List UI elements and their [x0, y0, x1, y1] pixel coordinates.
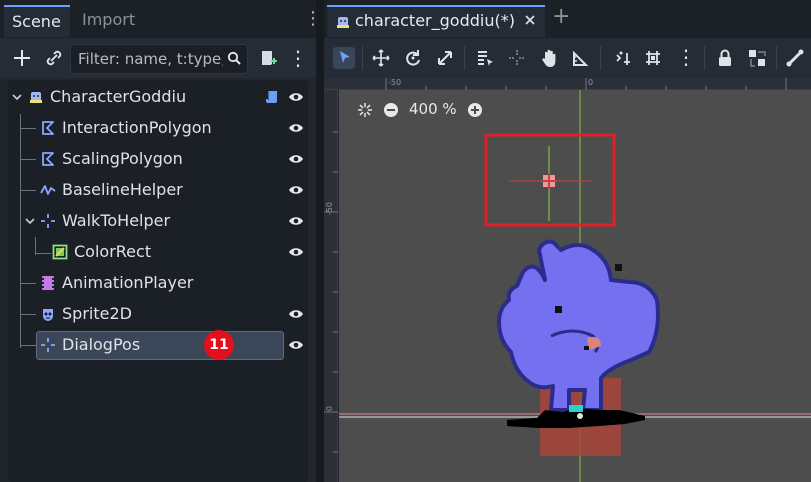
grid-snap-icon[interactable]: [642, 47, 664, 69]
sprite-icon: [43, 309, 53, 321]
visibility-eye-icon[interactable]: [288, 245, 304, 259]
node-label: ScalingPolygon: [62, 149, 183, 168]
node-label: DialogPos: [62, 335, 141, 354]
polygon-node-icon: [42, 121, 54, 135]
rotate-tool-icon[interactable]: [402, 47, 424, 69]
tree-row-baselinehelper[interactable]: BaselineHelper: [8, 175, 308, 205]
tree-row-charactergoddiu[interactable]: CharacterGoddiu: [8, 82, 308, 112]
group-icon[interactable]: [746, 47, 768, 69]
ruler-label: 0: [588, 78, 594, 87]
zoom-level[interactable]: 400 %: [409, 100, 457, 118]
tree-row-interactionpolygon[interactable]: InteractionPolygon: [8, 113, 308, 143]
editor-panel: character_goddiu(*) + ⋮ -50 0 -50 0 400 …: [324, 0, 811, 482]
toolbar-separator: [600, 46, 601, 70]
script-add-icon: [262, 51, 277, 65]
scene-tab-bar: character_goddiu(*) +: [324, 0, 811, 38]
toolbar-separator: [776, 46, 777, 70]
scene-toolbar: ⋮: [0, 38, 316, 78]
center-view-icon[interactable]: [357, 102, 373, 118]
pivot-tool-icon[interactable]: [506, 47, 528, 69]
visibility-eye-icon[interactable]: [288, 90, 304, 104]
node-label: WalkToHelper: [62, 211, 171, 230]
toolbar-separator: [464, 46, 465, 70]
node-label: ColorRect: [74, 242, 152, 261]
visibility-eye-icon[interactable]: [288, 121, 304, 135]
marker-node-icon: [41, 214, 55, 228]
dock-tab-bar: Scene Import ⋮: [0, 0, 322, 38]
character-node-icon: [337, 17, 349, 28]
scene-dock: Scene Import ⋮ ⋮ C: [0, 0, 322, 482]
select-tool-icon[interactable]: [333, 47, 355, 69]
toolbar-separator: [704, 46, 705, 70]
tab-character-goddiu[interactable]: character_goddiu(*): [327, 5, 545, 37]
tab-import[interactable]: Import: [74, 5, 143, 37]
tree-row-walktohelper[interactable]: WalkToHelper: [8, 206, 308, 236]
list-select-icon[interactable]: [474, 47, 496, 69]
character-node-icon: [30, 92, 42, 103]
tree-row-scalingpolygon[interactable]: ScalingPolygon: [8, 144, 308, 174]
scene-tab-title: character_goddiu(*): [355, 11, 515, 30]
tree-row-sprite2d[interactable]: Sprite2D: [8, 299, 308, 329]
chevron-down-icon[interactable]: [24, 215, 36, 227]
visibility-eye-icon[interactable]: [288, 183, 304, 197]
zoom-out-icon[interactable]: [383, 102, 399, 118]
filter-field: [70, 44, 248, 74]
move-tool-icon[interactable]: [370, 47, 392, 69]
tab-scene[interactable]: Scene: [4, 5, 70, 37]
scene-more-icon[interactable]: ⋮: [286, 46, 310, 70]
canvas-toolbar: ⋮: [324, 38, 811, 78]
toolbar-separator: [362, 46, 363, 70]
new-scene-tab-button[interactable]: +: [552, 6, 570, 28]
animation-player-icon: [42, 276, 54, 290]
visibility-eye-icon[interactable]: [288, 152, 304, 166]
node-label: Sprite2D: [62, 304, 132, 323]
marker-node-icon: [41, 338, 55, 352]
visibility-eye-icon[interactable]: [288, 338, 304, 352]
character-sprite: [497, 239, 660, 412]
dock-menu-icon[interactable]: ⋮: [304, 10, 322, 30]
smart-snap-icon[interactable]: [612, 47, 634, 69]
ruler-vertical: -50 0: [324, 90, 338, 482]
bones-icon[interactable]: [784, 47, 806, 69]
scene-drawing: [339, 90, 811, 482]
visibility-eye-icon[interactable]: [288, 214, 304, 228]
ruler-horizontal: -50 0: [324, 78, 811, 90]
plus-icon: [14, 50, 30, 66]
scale-tool-icon[interactable]: [434, 47, 456, 69]
tree-row-animationplayer[interactable]: AnimationPlayer: [8, 268, 308, 298]
tree-row-dialogpos[interactable]: DialogPos 11: [8, 330, 308, 360]
chevron-down-icon[interactable]: [11, 91, 23, 103]
instance-scene-button[interactable]: [42, 46, 66, 70]
link-icon: [46, 50, 62, 66]
ruler-ticks: [324, 131, 338, 453]
step-badge: 11: [204, 330, 234, 360]
ruler-tool-icon[interactable]: [570, 47, 592, 69]
node-label: InteractionPolygon: [62, 118, 212, 137]
add-node-button[interactable]: [10, 46, 34, 70]
color-rect-icon: [52, 244, 68, 260]
search-icon: [227, 51, 241, 65]
canvas-viewport[interactable]: 400 %: [339, 90, 811, 482]
ruler-label: 0: [325, 406, 334, 412]
script-icon[interactable]: [264, 89, 280, 105]
dock-splitter[interactable]: [316, 0, 324, 482]
ruler-label: -50: [388, 78, 402, 87]
filter-input[interactable]: [78, 48, 223, 70]
snap-options-icon[interactable]: ⋮: [676, 46, 696, 68]
ruler-label: -50: [325, 202, 334, 216]
node-label: BaselineHelper: [62, 180, 183, 199]
node-label: AnimationPlayer: [62, 273, 194, 292]
pan-tool-icon[interactable]: [538, 47, 560, 69]
zoom-in-icon[interactable]: [467, 102, 483, 118]
visibility-eye-icon[interactable]: [288, 307, 304, 321]
lock-icon[interactable]: [714, 47, 736, 69]
scene-tree: CharacterGoddiu InteractionPolygon Scali…: [8, 80, 308, 482]
line-node-icon: [40, 185, 56, 195]
attach-script-button[interactable]: [256, 46, 280, 70]
tree-row-colorrect[interactable]: ColorRect: [8, 237, 308, 267]
polygon-node-icon: [42, 152, 54, 166]
node-label: CharacterGoddiu: [50, 87, 187, 106]
close-icon[interactable]: [523, 13, 537, 27]
